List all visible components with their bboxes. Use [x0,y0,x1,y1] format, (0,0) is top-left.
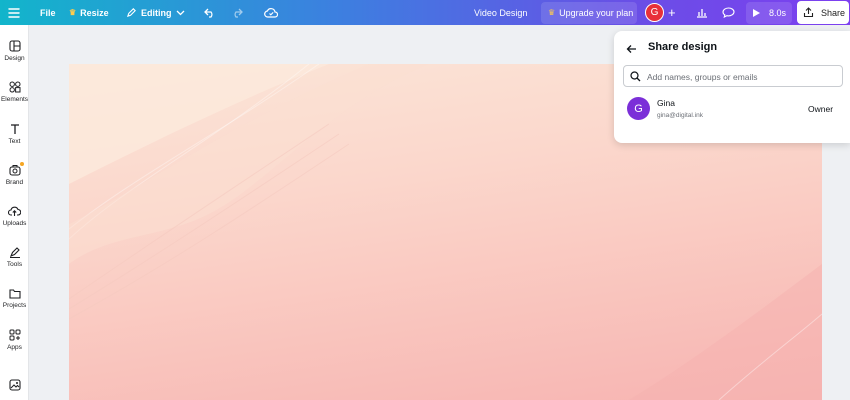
member-role: Owner [808,104,834,114]
cloud-check-icon [264,8,278,18]
add-collaborator-button[interactable]: + [668,0,676,25]
sidebar-item-label: Apps [7,344,22,351]
crown-icon: ♛ [69,8,77,17]
arrow-left-icon [626,45,636,53]
uploads-icon [8,206,21,216]
sidebar-item-label: Text [8,138,21,145]
design-title-label: Video Design [474,7,528,18]
upgrade-label: Upgrade your plan [559,7,634,18]
sidebar-item-projects[interactable]: Projects [0,288,29,309]
member-avatar: G [627,97,650,120]
sidebar-item-tools[interactable]: Tools [0,246,29,268]
design-icon [8,40,21,52]
left-sidebar: Design Elements Text Brand Uploads Tools… [0,25,29,400]
folder-icon [8,289,21,299]
member-name: Gina [657,98,675,108]
sidebar-item-elements[interactable]: Elements [0,81,29,103]
share-icon [803,7,814,18]
share-label: Share [821,7,846,18]
play-icon [753,8,760,17]
text-icon [10,124,19,134]
sidebar-item-label: Design [4,55,25,62]
chevron-down-icon [176,10,184,15]
user-avatar[interactable]: G [645,3,664,22]
sidebar-item-apps[interactable]: Apps [0,329,29,351]
panel-title: Share design [648,41,718,53]
comment-icon [722,7,735,18]
avatar-initial: G [650,7,659,18]
notification-dot [20,162,24,166]
redo-button[interactable] [231,0,243,25]
top-toolbar: File ♛ Resize Editing Video Design ♛ Upg… [0,0,850,25]
editing-label: Editing [141,7,172,18]
resize-label: Resize [80,7,109,18]
add-people-input[interactable] [647,69,837,84]
redo-icon [234,8,243,18]
sidebar-item-label: Projects [2,302,27,309]
sidebar-item-brand[interactable]: Brand [0,162,29,186]
comments-button[interactable] [722,0,735,25]
back-button[interactable] [626,41,637,59]
sidebar-item-label: Uploads [2,220,27,227]
save-status-button[interactable] [264,0,278,25]
share-design-panel: Share design G Gina gina@digital.ink Own… [614,31,850,143]
undo-button[interactable] [204,0,216,25]
bar-chart-icon [697,9,707,18]
photos-icon [8,379,21,391]
file-label: File [40,7,56,18]
pencil-icon [126,8,136,18]
upgrade-plan-button[interactable]: ♛ Upgrade your plan [541,1,637,24]
insights-button[interactable] [696,0,708,25]
share-button[interactable]: Share [797,1,849,24]
resize-button[interactable]: ♛ Resize [69,0,109,25]
plus-icon: + [668,5,676,20]
sidebar-item-label: Elements [0,96,29,103]
sidebar-item-text[interactable]: Text [0,123,29,145]
sidebar-item-photos[interactable] [0,379,29,394]
design-title[interactable]: Video Design [474,0,527,25]
elements-icon [9,81,21,93]
add-people-search[interactable] [623,65,843,87]
sidebar-item-label: Brand [5,179,24,186]
present-button[interactable]: 8.0s [746,1,792,24]
menu-icon[interactable] [8,0,20,25]
editing-mode-button[interactable]: Editing [126,0,185,25]
crown-icon: ♛ [548,8,556,17]
member-email: gina@digital.ink [657,112,703,119]
brand-icon [8,165,21,176]
member-initial: G [634,102,643,115]
file-menu-button[interactable]: File [40,0,56,25]
sidebar-item-design[interactable]: Design [0,40,29,62]
sidebar-item-uploads[interactable]: Uploads [0,205,29,227]
sidebar-item-label: Tools [6,261,23,268]
undo-icon [204,8,213,18]
search-icon [630,71,641,82]
play-duration: 8.0s [769,7,787,18]
tools-icon [9,247,20,258]
apps-icon [9,329,20,341]
